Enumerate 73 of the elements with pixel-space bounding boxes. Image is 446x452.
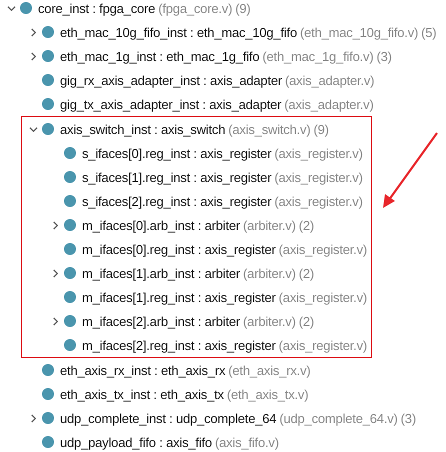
child-count: (9) [235,0,251,16]
instance-label: gig_tx_axis_adapter_inst : axis_adapter [60,96,282,112]
module-dot-icon [64,147,76,159]
instance-label: gig_rx_axis_adapter_inst : axis_adapter [60,72,282,88]
module-dot-icon [42,50,54,62]
file-name: (axis_register.v) [274,170,363,184]
chevron-right-icon[interactable] [29,414,38,422]
module-dot-icon [64,339,76,351]
module-dot-icon [64,171,76,183]
instance-label: m_ifaces[0].arb_inst : arbiter [82,218,240,232]
file-name: (axis_register.v) [278,242,368,256]
module-dot-icon [20,2,32,14]
child-count: (9) [313,122,329,136]
instance-label: axis_switch_inst : axis_switch [60,122,226,136]
instance-label: m_ifaces[1].arb_inst : arbiter [82,266,240,280]
child-count: (2) [298,314,314,328]
instance-label: m_ifaces[0].reg_inst : axis_register [82,242,276,256]
module-dot-icon [42,412,54,424]
file-name: (udp_complete_64.v) [279,410,398,426]
module-dot-icon [64,315,76,327]
file-name: (arbiter.v) [243,266,296,280]
module-dot-icon [42,123,54,135]
file-name: (eth_axis_rx.v) [228,362,311,378]
file-name: (axis_switch.v) [228,122,310,136]
instance-label: m_ifaces[1].reg_inst : axis_register [82,290,276,304]
chevron-right-icon[interactable] [51,316,60,326]
child-count: (2) [298,266,314,280]
module-dot-icon [64,243,76,255]
file-name: (axis_fifo.v) [214,434,279,450]
instance-label: eth_mac_1g_inst : eth_mac_1g_fifo [60,48,260,64]
file-name: (eth_mac_10g_fifo.v) [300,24,418,40]
instance-label: eth_mac_10g_fifo_inst : eth_mac_10g_fifo [60,24,298,40]
file-name: (axis_register.v) [278,290,368,304]
file-name: (axis_adapter.v) [285,72,374,88]
module-dot-icon [64,267,76,279]
chevron-right-icon[interactable] [29,52,38,60]
chevron-right-icon[interactable] [51,268,60,278]
file-name: (axis_register.v) [274,146,363,160]
module-dot-icon [64,219,76,231]
module-dot-icon [42,74,54,86]
instance-label: m_ifaces[2].reg_inst : axis_register [82,338,276,352]
instance-label: m_ifaces[2].arb_inst : arbiter [82,314,240,328]
instance-label: s_ifaces[2].reg_inst : axis_register [82,194,272,208]
chevron-right-icon[interactable] [51,220,60,230]
instance-label: udp_payload_fifo : axis_fifo [60,434,212,450]
chevron-right-icon[interactable] [29,28,38,36]
file-name: (axis_adapter.v) [284,96,374,112]
child-count: (3) [400,410,416,426]
module-dot-icon [42,98,54,110]
file-name: (fpga_core.v) [158,0,232,16]
file-name: (eth_mac_1g_fifo.v) [262,48,374,64]
file-name: (axis_register.v) [274,194,363,208]
child-count: (2) [298,218,314,232]
file-name: (arbiter.v) [243,314,296,328]
instance-label: udp_complete_inst : udp_complete_64 [60,410,276,426]
module-dot-icon [42,26,54,38]
file-name: (arbiter.v) [243,218,296,232]
file-name: (axis_register.v) [278,338,368,352]
module-dot-icon [42,436,54,448]
module-dot-icon [42,364,54,376]
child-count: (3) [376,48,392,64]
file-name: (eth_axis_tx.v) [226,386,308,402]
instance-label: s_ifaces[1].reg_inst : axis_register [82,170,272,184]
chevron-down-icon[interactable] [7,4,16,12]
instance-label: core_inst : fpga_core [38,0,156,16]
module-dot-icon [42,388,54,400]
instance-label: eth_axis_rx_inst : eth_axis_rx [60,362,226,378]
chevron-down-icon[interactable] [29,124,38,134]
instance-label: s_ifaces[0].reg_inst : axis_register [82,146,272,160]
module-dot-icon [64,195,76,207]
module-dot-icon [64,291,76,303]
child-count: (5) [421,24,436,40]
instance-label: eth_axis_tx_inst : eth_axis_tx [60,386,224,402]
